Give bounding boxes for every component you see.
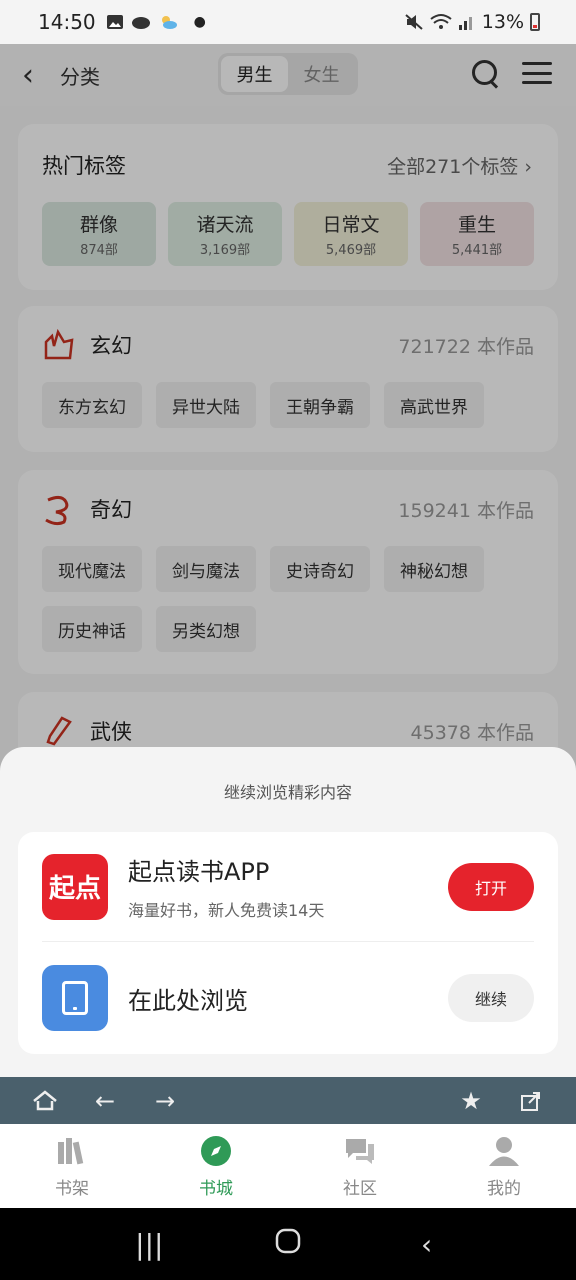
tab-bookstore[interactable]: 书城 bbox=[144, 1124, 288, 1208]
tab-label: 我的 bbox=[487, 1178, 521, 1199]
signal-icon bbox=[458, 17, 472, 30]
chat-icon bbox=[343, 1134, 377, 1168]
tab-label: 书城 bbox=[199, 1178, 233, 1199]
continue-button[interactable]: 继续 bbox=[448, 974, 534, 1022]
continue-browsing-sheet: 继续浏览精彩内容 起点 起点读书APP 海量好书，新人免费读14天 打开 在此处… bbox=[0, 747, 576, 1077]
home-button-icon[interactable] bbox=[268, 1228, 308, 1261]
mute-icon bbox=[405, 14, 423, 30]
forward-arrow-icon[interactable]: → bbox=[150, 1086, 180, 1116]
tab-bookshelf[interactable]: 书架 bbox=[0, 1124, 144, 1208]
sheet-caption: 继续浏览精彩内容 bbox=[223, 783, 352, 802]
home-icon[interactable] bbox=[30, 1086, 60, 1116]
browse-here-title: 在此处浏览 bbox=[128, 986, 248, 1015]
tab-profile[interactable]: 我的 bbox=[432, 1124, 576, 1208]
app-subtitle: 海量好书，新人免费读14天 bbox=[128, 901, 325, 920]
recent-apps-icon[interactable]: ||| bbox=[129, 1228, 169, 1261]
bookshelf-icon bbox=[55, 1134, 89, 1168]
cloud-icon bbox=[131, 17, 150, 29]
open-app-row[interactable]: 起点 起点读书APP 海量好书，新人免费读14天 打开 bbox=[42, 832, 534, 942]
qidian-app-icon: 起点 bbox=[42, 853, 108, 920]
user-icon bbox=[487, 1134, 521, 1168]
weather-icon bbox=[161, 16, 177, 29]
browser-toolbar: ← → ★ bbox=[0, 1077, 576, 1124]
star-icon[interactable]: ★ bbox=[456, 1086, 486, 1116]
status-time: 14:50 bbox=[38, 10, 96, 34]
app-title: 起点读书APP bbox=[128, 858, 270, 886]
back-arrow-icon[interactable]: ← bbox=[90, 1086, 120, 1116]
system-back-icon[interactable]: ‹ bbox=[407, 1228, 447, 1261]
tab-label: 书架 bbox=[55, 1178, 89, 1199]
tab-community[interactable]: 社区 bbox=[288, 1124, 432, 1208]
browse-here-row[interactable]: 在此处浏览 继续 bbox=[42, 943, 534, 1053]
sheet-options: 起点 起点读书APP 海量好书，新人免费读14天 打开 在此处浏览 继续 bbox=[18, 832, 558, 1054]
battery-icon bbox=[530, 13, 540, 31]
compass-icon bbox=[199, 1134, 233, 1168]
status-bar: 14:50 ● 13% bbox=[0, 0, 576, 44]
tab-label: 社区 bbox=[343, 1178, 377, 1199]
battery-percent: 13% bbox=[481, 11, 524, 33]
dot-icon: ● bbox=[193, 14, 206, 30]
open-app-button[interactable]: 打开 bbox=[448, 862, 534, 911]
tablet-icon bbox=[42, 965, 108, 1031]
share-icon[interactable] bbox=[516, 1086, 546, 1116]
wifi-icon bbox=[430, 14, 452, 29]
gallery-icon bbox=[106, 15, 123, 29]
bottom-tab-bar: 书架 书城 社区 我的 bbox=[0, 1124, 576, 1208]
status-notification-icons: ● bbox=[106, 13, 206, 31]
system-nav-bar: ||| ‹ bbox=[0, 1208, 576, 1280]
